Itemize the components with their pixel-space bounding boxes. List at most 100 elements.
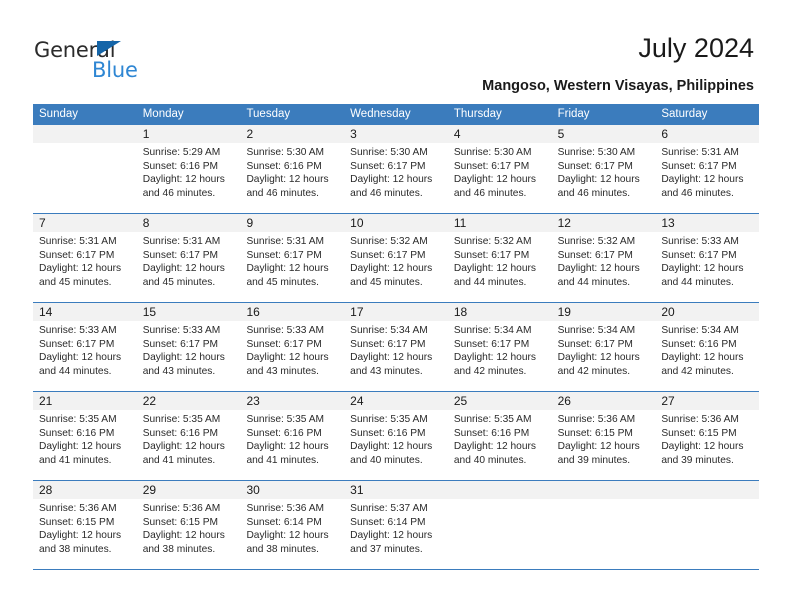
day-cell[interactable]: Sunrise: 5:32 AM Sunset: 6:17 PM Dayligh…	[448, 232, 552, 302]
day-cell[interactable]: Sunrise: 5:36 AM Sunset: 6:14 PM Dayligh…	[240, 499, 344, 569]
day-number[interactable]: 9	[240, 214, 344, 232]
day-number[interactable]: 6	[655, 125, 759, 143]
logo-text-blue: Blue	[92, 58, 138, 82]
daylight-text-line2: and 46 minutes.	[661, 187, 734, 199]
day-number[interactable]	[655, 481, 759, 499]
day-cell[interactable]: Sunrise: 5:30 AM Sunset: 6:17 PM Dayligh…	[344, 143, 448, 213]
day-number[interactable]: 25	[448, 392, 552, 410]
sunset-text: Sunset: 6:17 PM	[453, 338, 530, 350]
sunrise-text: Sunrise: 5:35 AM	[39, 414, 117, 425]
day-cell[interactable]: Sunrise: 5:30 AM Sunset: 6:17 PM Dayligh…	[448, 143, 552, 213]
day-cell[interactable]: Sunrise: 5:35 AM Sunset: 6:16 PM Dayligh…	[240, 410, 344, 480]
day-number-row: 28 29 30 31	[33, 481, 759, 499]
day-number[interactable]: 2	[240, 125, 344, 143]
day-cell[interactable]: Sunrise: 5:31 AM Sunset: 6:17 PM Dayligh…	[655, 143, 759, 213]
general-blue-logo[interactable]: General Blue	[34, 38, 234, 86]
day-cell[interactable]: Sunrise: 5:31 AM Sunset: 6:17 PM Dayligh…	[240, 232, 344, 302]
sunrise-text: Sunrise: 5:30 AM	[557, 147, 636, 158]
weekday-header-saturday: Saturday	[661, 108, 708, 120]
daylight-text-line1: Daylight: 12 hours	[246, 441, 329, 453]
daylight-text-line2: and 39 minutes.	[557, 454, 631, 466]
day-cell[interactable]: Sunrise: 5:36 AM Sunset: 6:15 PM Dayligh…	[33, 499, 137, 569]
sunrise-text: Sunrise: 5:36 AM	[246, 503, 325, 514]
daylight-text-line2: and 46 minutes.	[142, 187, 216, 199]
day-number[interactable]: 27	[655, 392, 759, 410]
daylight-text-line1: Daylight: 12 hours	[557, 441, 640, 453]
day-cell[interactable]: Sunrise: 5:35 AM Sunset: 6:16 PM Dayligh…	[137, 410, 241, 480]
sunrise-text: Sunrise: 5:34 AM	[350, 325, 428, 336]
page-subtitle-location: Mangoso, Western Visayas, Philippines	[482, 78, 754, 94]
day-cell[interactable]: Sunrise: 5:32 AM Sunset: 6:17 PM Dayligh…	[344, 232, 448, 302]
daylight-text-line1: Daylight: 12 hours	[39, 441, 122, 453]
day-cell[interactable]: Sunrise: 5:37 AM Sunset: 6:14 PM Dayligh…	[344, 499, 448, 569]
day-cell[interactable]: Sunrise: 5:35 AM Sunset: 6:16 PM Dayligh…	[33, 410, 137, 480]
sunrise-text: Sunrise: 5:34 AM	[661, 325, 739, 336]
daylight-text-line2: and 45 minutes.	[142, 276, 216, 288]
day-number[interactable]: 23	[240, 392, 344, 410]
day-number[interactable]: 1	[137, 125, 241, 143]
day-number[interactable]: 30	[240, 481, 344, 499]
day-cell[interactable]: Sunrise: 5:31 AM Sunset: 6:17 PM Dayligh…	[137, 232, 241, 302]
sunset-text: Sunset: 6:16 PM	[350, 427, 426, 439]
day-cell[interactable]: Sunrise: 5:35 AM Sunset: 6:16 PM Dayligh…	[448, 410, 552, 480]
daylight-text-line2: and 45 minutes.	[246, 276, 319, 288]
day-cell[interactable]: Sunrise: 5:30 AM Sunset: 6:17 PM Dayligh…	[552, 143, 656, 213]
day-cell[interactable]: Sunrise: 5:35 AM Sunset: 6:16 PM Dayligh…	[344, 410, 448, 480]
day-number[interactable]	[33, 125, 137, 143]
day-cell[interactable]: Sunrise: 5:33 AM Sunset: 6:17 PM Dayligh…	[240, 321, 344, 391]
day-cell-empty	[655, 499, 759, 569]
day-number[interactable]: 20	[655, 303, 759, 321]
day-number[interactable]: 21	[33, 392, 137, 410]
day-cell[interactable]: Sunrise: 5:34 AM Sunset: 6:17 PM Dayligh…	[552, 321, 656, 391]
day-cell[interactable]: Sunrise: 5:33 AM Sunset: 6:17 PM Dayligh…	[655, 232, 759, 302]
day-number[interactable]: 16	[240, 303, 344, 321]
sunrise-text: Sunrise: 5:32 AM	[350, 236, 428, 247]
day-cell[interactable]: Sunrise: 5:34 AM Sunset: 6:17 PM Dayligh…	[344, 321, 448, 391]
day-number[interactable]: 5	[552, 125, 656, 143]
calendar-week-row: 14 15 16 17 18 19 20 Sunrise: 5:33 AM Su…	[33, 303, 759, 392]
day-number[interactable]	[448, 481, 552, 499]
day-cell[interactable]: Sunrise: 5:36 AM Sunset: 6:15 PM Dayligh…	[552, 410, 656, 480]
day-cell[interactable]: Sunrise: 5:31 AM Sunset: 6:17 PM Dayligh…	[33, 232, 137, 302]
day-cell[interactable]: Sunrise: 5:33 AM Sunset: 6:17 PM Dayligh…	[137, 321, 241, 391]
sunset-text: Sunset: 6:17 PM	[142, 249, 219, 261]
day-number[interactable]: 22	[137, 392, 241, 410]
day-number[interactable]: 24	[344, 392, 448, 410]
day-cell[interactable]: Sunrise: 5:34 AM Sunset: 6:16 PM Dayligh…	[655, 321, 759, 391]
day-number[interactable]: 13	[655, 214, 759, 232]
sunset-text: Sunset: 6:17 PM	[557, 160, 633, 172]
day-number[interactable]: 29	[137, 481, 241, 499]
day-cell[interactable]: Sunrise: 5:29 AM Sunset: 6:16 PM Dayligh…	[137, 143, 241, 213]
day-number[interactable]: 7	[33, 214, 137, 232]
day-number[interactable]: 12	[552, 214, 656, 232]
daylight-text-line1: Daylight: 12 hours	[142, 174, 225, 186]
day-cell[interactable]: Sunrise: 5:32 AM Sunset: 6:17 PM Dayligh…	[552, 232, 656, 302]
day-number[interactable]: 28	[33, 481, 137, 499]
day-number[interactable]: 14	[33, 303, 137, 321]
day-number[interactable]: 19	[552, 303, 656, 321]
day-cell[interactable]: Sunrise: 5:30 AM Sunset: 6:16 PM Dayligh…	[240, 143, 344, 213]
day-cell[interactable]	[33, 143, 137, 213]
day-number-row: 1 2 3 4 5 6	[33, 125, 759, 143]
day-detail-row: Sunrise: 5:29 AM Sunset: 6:16 PM Dayligh…	[33, 143, 759, 213]
day-number[interactable]	[552, 481, 656, 499]
day-cell[interactable]: Sunrise: 5:36 AM Sunset: 6:15 PM Dayligh…	[137, 499, 241, 569]
day-cell[interactable]: Sunrise: 5:33 AM Sunset: 6:17 PM Dayligh…	[33, 321, 137, 391]
day-number[interactable]: 31	[344, 481, 448, 499]
day-number[interactable]: 8	[137, 214, 241, 232]
day-number[interactable]: 26	[552, 392, 656, 410]
day-cell[interactable]: Sunrise: 5:34 AM Sunset: 6:17 PM Dayligh…	[448, 321, 552, 391]
day-number[interactable]: 4	[448, 125, 552, 143]
day-number[interactable]: 17	[344, 303, 448, 321]
daylight-text-line1: Daylight: 12 hours	[557, 352, 640, 364]
day-number[interactable]: 3	[344, 125, 448, 143]
day-number[interactable]: 11	[448, 214, 552, 232]
weekday-header-thursday: Thursday	[453, 108, 502, 120]
day-cell[interactable]: Sunrise: 5:36 AM Sunset: 6:15 PM Dayligh…	[655, 410, 759, 480]
day-number[interactable]: 15	[137, 303, 241, 321]
daylight-text-line2: and 42 minutes.	[661, 365, 734, 377]
sunrise-text: Sunrise: 5:34 AM	[557, 325, 636, 336]
sunset-text: Sunset: 6:15 PM	[142, 516, 219, 528]
day-number[interactable]: 10	[344, 214, 448, 232]
day-number[interactable]: 18	[448, 303, 552, 321]
